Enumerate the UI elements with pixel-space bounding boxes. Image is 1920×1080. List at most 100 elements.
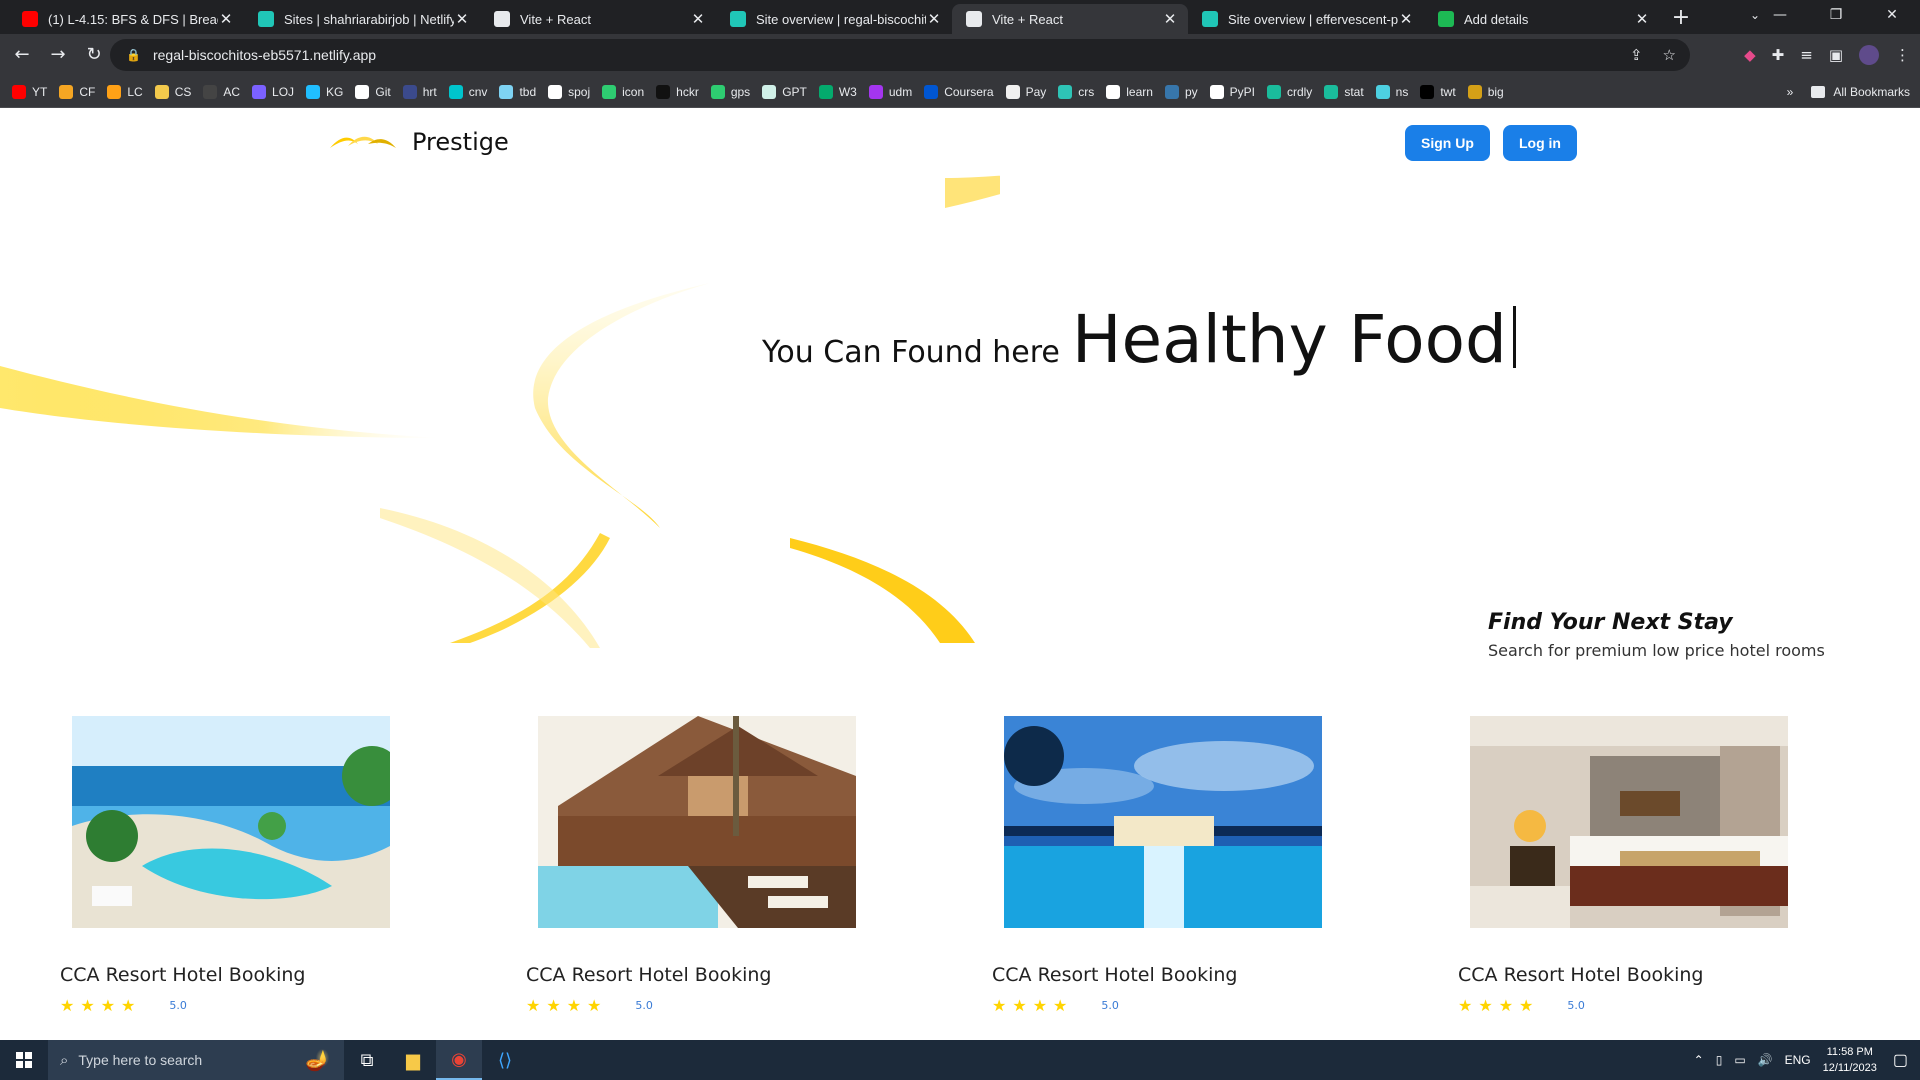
netlify-icon	[258, 11, 274, 27]
browser-tab[interactable]: Add details ✕	[1424, 4, 1660, 34]
tray-chevron-up-icon[interactable]: ⌃	[1694, 1053, 1704, 1067]
bookmark-item[interactable]: cnv	[448, 84, 487, 99]
tab-close-icon[interactable]: ✕	[1634, 10, 1650, 28]
notifications-icon[interactable]: ▢	[1893, 1050, 1908, 1070]
hotel-card[interactable]: CCA Resort Hotel Booking ★ ★ ★ ★ 5.0	[526, 716, 856, 1015]
reading-list-icon[interactable]: ≡	[1800, 46, 1813, 64]
bookmark-item[interactable]: hrt	[402, 84, 437, 99]
taskbar-search[interactable]: ⌕ Type here to search 🪔	[48, 1040, 344, 1080]
hotel-card-title[interactable]: CCA Resort Hotel Booking	[1458, 964, 1788, 986]
hero-headline: You Can Found here Healthy Food	[762, 300, 1516, 378]
bookmark-item[interactable]: Pay	[1005, 84, 1046, 99]
bookmark-item[interactable]: twt	[1420, 84, 1456, 99]
hero-typed-text: Healthy Food	[1071, 301, 1507, 378]
minimize-button[interactable]: —	[1752, 0, 1808, 30]
browser-tab[interactable]: Sites | shahriarabirjob | Netlify ✕	[244, 4, 480, 34]
bookmark-favicon-icon	[1375, 84, 1390, 99]
forward-button[interactable]: →	[44, 41, 72, 69]
address-bar[interactable]: 🔒 regal-biscochitos-eb5571.netlify.app ⇪…	[110, 39, 1690, 71]
tab-close-icon[interactable]: ✕	[926, 10, 942, 28]
bookmark-item[interactable]: YT	[12, 84, 47, 99]
share-icon[interactable]: ⇪	[1630, 46, 1643, 64]
bookmark-item[interactable]: Coursera	[924, 84, 994, 99]
file-explorer-icon[interactable]: ▆	[390, 1040, 436, 1080]
vscode-icon[interactable]: ⟨⟩	[482, 1040, 528, 1080]
tab-close-icon[interactable]: ✕	[454, 10, 470, 28]
hotel-image-wooden-lodge-pool[interactable]	[538, 716, 856, 928]
network-icon[interactable]: ▭	[1734, 1053, 1745, 1067]
bookmark-item[interactable]: LOJ	[252, 84, 294, 99]
volume-icon[interactable]: 🔊	[1758, 1053, 1773, 1067]
sign-up-button[interactable]: Sign Up	[1405, 125, 1490, 161]
bookmark-favicon-icon	[402, 84, 417, 99]
side-panel-icon[interactable]: ▣	[1829, 46, 1843, 64]
tab-close-icon[interactable]: ✕	[1398, 10, 1414, 28]
bookmark-favicon-icon	[59, 84, 74, 99]
hotel-card[interactable]: CCA Resort Hotel Booking ★ ★ ★ ★ 5.0	[60, 716, 390, 1015]
bookmark-item[interactable]: udm	[868, 84, 912, 99]
hotel-card-title[interactable]: CCA Resort Hotel Booking	[60, 964, 390, 986]
bookmarks-overflow-icon[interactable]: »	[1787, 85, 1794, 99]
chrome-icon[interactable]: ◉	[436, 1040, 482, 1080]
bookmark-item[interactable]: LC	[107, 84, 143, 99]
bookmark-item[interactable]: W3	[818, 84, 857, 99]
all-bookmarks-link[interactable]: All Bookmarks	[1833, 85, 1910, 99]
tab-close-icon[interactable]: ✕	[1162, 10, 1178, 28]
bookmark-item[interactable]: spoj	[548, 84, 590, 99]
hotel-card[interactable]: CCA Resort Hotel Booking ★ ★ ★ ★ 5.0	[1458, 716, 1788, 1015]
bookmark-item[interactable]: Git	[355, 84, 391, 99]
bookmark-item[interactable]: PyPI	[1209, 84, 1255, 99]
tab-close-icon[interactable]: ✕	[690, 10, 706, 28]
hotel-card-title[interactable]: CCA Resort Hotel Booking	[526, 964, 856, 986]
clock[interactable]: 11:58 PM 12/11/2023	[1823, 1044, 1877, 1076]
bookmark-item[interactable]: hckr	[656, 84, 699, 99]
bookmark-item[interactable]: big	[1467, 84, 1504, 99]
bookmark-item[interactable]: crs	[1058, 84, 1094, 99]
browser-tab[interactable]: Vite + React ✕	[480, 4, 716, 34]
bookmark-item[interactable]: KG	[306, 84, 343, 99]
hotel-card[interactable]: CCA Resort Hotel Booking ★ ★ ★ ★ 5.0	[992, 716, 1322, 1015]
bookmark-item[interactable]: ns	[1375, 84, 1408, 99]
bookmark-item[interactable]: gps	[710, 84, 750, 99]
hotel-image-hotel-bedroom[interactable]	[1470, 716, 1788, 928]
diya-lamp-icon[interactable]: 🪔	[305, 1048, 330, 1073]
bookmark-item[interactable]: icon	[602, 84, 644, 99]
brand-logo[interactable]: Prestige	[328, 128, 509, 156]
hotel-card-title[interactable]: CCA Resort Hotel Booking	[992, 964, 1322, 986]
hotel-image-ocean-pool-resort[interactable]	[72, 716, 390, 928]
close-window-button[interactable]: ✕	[1864, 0, 1920, 30]
start-button[interactable]	[0, 1040, 48, 1080]
browser-tab[interactable]: Site overview | effervescent-pal ✕	[1188, 4, 1424, 34]
browser-tab[interactable]: Vite + React ✕	[952, 4, 1188, 34]
bookmark-item[interactable]: GPT	[762, 84, 807, 99]
reload-button[interactable]: ↻	[80, 41, 108, 69]
bookmark-item[interactable]: py	[1164, 84, 1198, 99]
restore-button[interactable]: ❐	[1808, 0, 1864, 30]
menu-kebab-icon[interactable]: ⋮	[1895, 46, 1910, 64]
bookmark-label: PyPI	[1229, 84, 1255, 99]
bookmark-favicon-icon	[252, 84, 267, 99]
bookmark-favicon-icon	[1106, 84, 1121, 99]
bookmark-item[interactable]: CF	[59, 84, 95, 99]
task-view-icon[interactable]: ⧉	[344, 1040, 390, 1080]
bookmark-item[interactable]: stat	[1324, 84, 1364, 99]
language-indicator[interactable]: ENG	[1785, 1053, 1811, 1067]
tab-close-icon[interactable]: ✕	[218, 10, 234, 28]
bookmark-item[interactable]: CS	[154, 84, 191, 99]
browser-tab[interactable]: Site overview | regal-biscochito: ✕	[716, 4, 952, 34]
puzzle-extensions-icon[interactable]: ✚	[1772, 46, 1785, 64]
extension-icon[interactable]: ◆	[1744, 46, 1756, 64]
bookmark-item[interactable]: learn	[1106, 84, 1153, 99]
hotel-image-night-infinity-pool[interactable]	[1004, 716, 1322, 928]
new-tab-button[interactable]: +	[1666, 4, 1696, 34]
meet-icon[interactable]: ▯	[1716, 1053, 1723, 1067]
bookmark-item[interactable]: AC	[203, 84, 240, 99]
browser-tab[interactable]: (1) L-4.15: BFS & DFS | Breadth ✕	[8, 4, 244, 34]
bookmark-star-icon[interactable]: ☆	[1663, 46, 1676, 64]
bookmark-item[interactable]: crdly	[1266, 84, 1312, 99]
profile-avatar[interactable]	[1859, 45, 1879, 65]
back-button[interactable]: ←	[8, 41, 36, 69]
rating-value: 5.0	[1101, 999, 1119, 1012]
log-in-button[interactable]: Log in	[1503, 125, 1577, 161]
bookmark-item[interactable]: tbd	[499, 84, 536, 99]
